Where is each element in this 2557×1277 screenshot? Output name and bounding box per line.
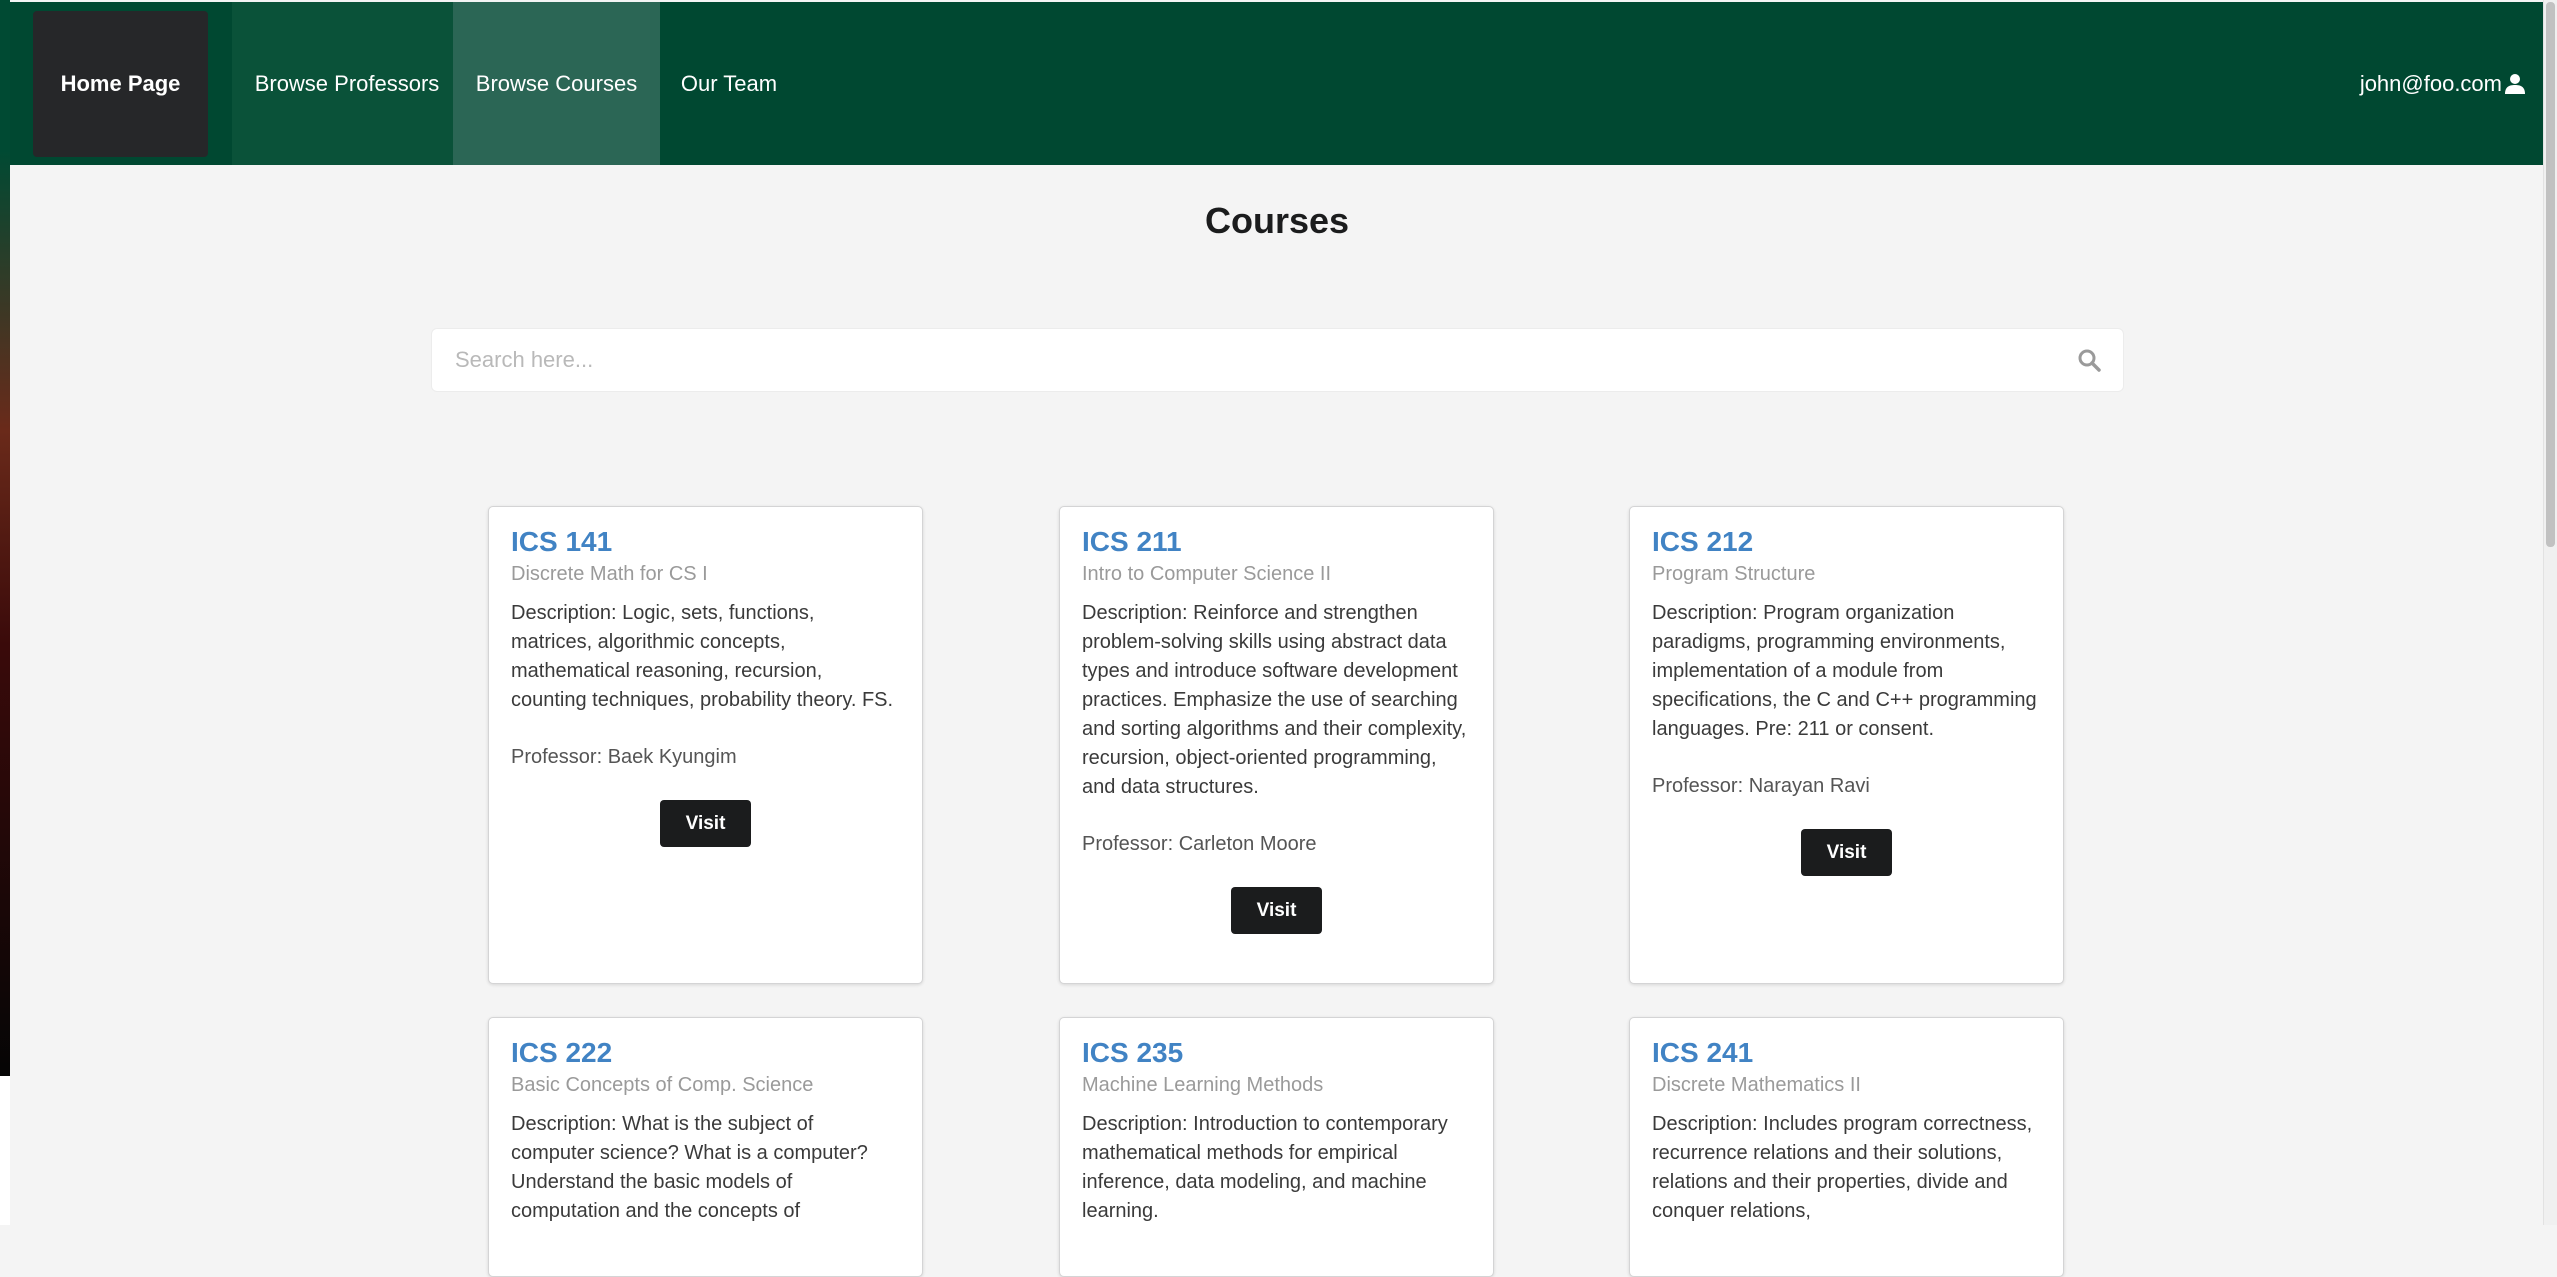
nav-browse-courses[interactable]: Browse Courses — [453, 2, 660, 165]
course-description: Description: Introduction to contemporar… — [1082, 1113, 1448, 1222]
search-bar — [432, 329, 2123, 391]
course-title: Intro to Computer Science II — [1082, 563, 1332, 585]
nav-browse-professors[interactable]: Browse Professors — [232, 2, 462, 165]
course-description: Description: Reinforce and strengthen pr… — [1082, 602, 1467, 798]
nav-home-page[interactable]: Home Page — [33, 11, 208, 157]
page-title: Courses — [1204, 200, 1350, 241]
search-icon[interactable] — [2077, 348, 2101, 372]
course-professor: Professor: Narayan Ravi — [1652, 775, 1870, 797]
course-description: Description: Program organization paradi… — [1652, 602, 2037, 740]
search-input[interactable] — [432, 329, 2052, 391]
course-card: ICS 212 Program Structure Description: P… — [1629, 506, 2064, 984]
course-code[interactable]: ICS 141 — [511, 525, 900, 559]
course-description: Description: Includes program correctnes… — [1652, 1113, 2033, 1222]
course-card: ICS 141 Discrete Math for CS I Descripti… — [488, 506, 923, 984]
course-professor: Professor: Carleton Moore — [1082, 833, 1317, 855]
page-scrollbar[interactable] — [2543, 0, 2557, 1225]
scrollbar-thumb[interactable] — [2546, 2, 2555, 547]
course-title: Program Structure — [1652, 563, 1816, 585]
top-navbar: Home Page Browse Professors Browse Cours… — [10, 2, 2544, 165]
course-code[interactable]: ICS 222 — [511, 1036, 900, 1070]
course-card: ICS 211 Intro to Computer Science II Des… — [1059, 506, 1494, 984]
course-title: Basic Concepts of Comp. Science — [511, 1074, 814, 1096]
course-card: ICS 241 Discrete Mathematics II Descript… — [1629, 1017, 2064, 1277]
course-title: Discrete Mathematics II — [1652, 1074, 1861, 1096]
course-title: Machine Learning Methods — [1082, 1074, 1324, 1096]
course-card: ICS 235 Machine Learning Methods Descrip… — [1059, 1017, 1494, 1277]
course-card: ICS 222 Basic Concepts of Comp. Science … — [488, 1017, 923, 1277]
course-description: Description: Logic, sets, functions, mat… — [511, 602, 894, 711]
user-icon — [2505, 73, 2525, 94]
course-professor: Professor: Baek Kyungim — [511, 746, 737, 768]
visit-button[interactable]: Visit — [660, 800, 751, 847]
nav-our-team[interactable]: Our Team — [660, 2, 798, 165]
course-code[interactable]: ICS 235 — [1082, 1036, 1471, 1070]
course-code[interactable]: ICS 211 — [1082, 525, 1471, 559]
visit-button[interactable]: Visit — [1801, 829, 1892, 876]
user-email: john@foo.com — [2359, 70, 2502, 96]
user-menu[interactable]: john@foo.com — [2360, 2, 2526, 165]
left-edge-blank — [0, 1076, 10, 1225]
visit-button[interactable]: Visit — [1231, 887, 1322, 934]
course-title: Discrete Math for CS I — [511, 563, 708, 585]
course-code[interactable]: ICS 241 — [1652, 1036, 2041, 1070]
course-description: Description: What is the subject of comp… — [511, 1113, 868, 1222]
course-code[interactable]: ICS 212 — [1652, 525, 2041, 559]
left-edge-strip — [0, 0, 10, 1076]
